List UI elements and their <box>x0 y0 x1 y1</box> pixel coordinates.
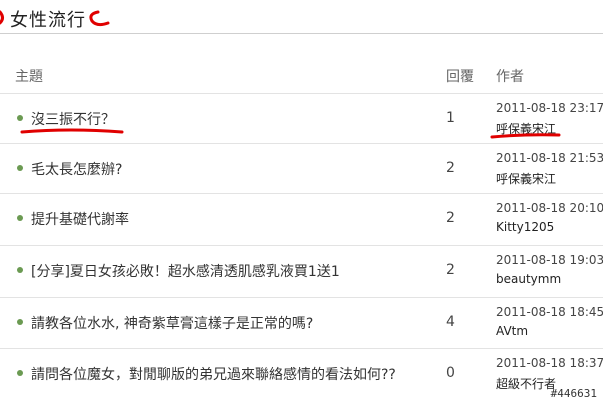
bullet-icon <box>17 319 23 325</box>
topic-row: 沒三振不行？ 1 2011-08-18 23:17 呼保義宋江 <box>0 93 603 144</box>
reply-count: 2 <box>446 210 455 226</box>
author-link[interactable]: 呼保義宋江 <box>496 170 556 187</box>
reply-count: 4 <box>446 314 455 330</box>
column-header-replies[interactable]: 回覆 <box>446 66 474 86</box>
reply-count: 1 <box>446 110 455 126</box>
topic-row: 提升基礎代謝率 2 2011-08-18 20:10 Kitty1205 <box>0 193 603 244</box>
watermark-text: #446631 <box>550 387 597 400</box>
author-link[interactable]: 超級不行者 <box>496 375 556 392</box>
reply-count: 2 <box>446 160 455 176</box>
topic-row: 請問各位魔女，對閒聊版的弟兄過來聯絡感情的看法如何?? 0 2011-08-18… <box>0 348 603 399</box>
topic-row: [分享]夏日女孩必敗！超水感清透肌感乳液買1送1 2 2011-08-18 19… <box>0 245 603 296</box>
topic-row: 毛太長怎麼辦? 2 2011-08-18 21:53 呼保義宋江 <box>0 143 603 194</box>
author-link[interactable]: 呼保義宋江 <box>496 120 556 137</box>
bullet-icon <box>17 115 23 121</box>
topic-link[interactable]: 請問各位魔女，對閒聊版的弟兄過來聯絡感情的看法如何?? <box>31 364 396 384</box>
header-divider <box>0 33 603 34</box>
topic-link[interactable]: 提升基礎代謝率 <box>31 209 129 229</box>
post-date: 2011-08-18 20:10 <box>496 201 603 215</box>
board-header: 女性流行 <box>0 0 603 36</box>
bullet-icon <box>17 370 23 376</box>
bullet-icon <box>17 165 23 171</box>
column-header-author[interactable]: 作者 <box>496 66 524 86</box>
topic-link[interactable]: 毛太長怎麼辦? <box>31 159 122 179</box>
post-date: 2011-08-18 21:53 <box>496 151 603 165</box>
post-date: 2011-08-18 18:37 <box>496 356 603 370</box>
author-link[interactable]: AVtm <box>496 324 528 338</box>
author-link[interactable]: beautymm <box>496 272 561 286</box>
board-title: 女性流行 <box>10 10 86 31</box>
column-header-subject[interactable]: 主題 <box>15 66 43 86</box>
reply-count: 0 <box>446 365 455 381</box>
bullet-icon <box>17 215 23 221</box>
topic-link[interactable]: 請教各位水水, 神奇紫草膏這樣子是正常的嗎? <box>31 313 313 333</box>
bullet-icon <box>17 267 23 273</box>
post-date: 2011-08-18 19:03 <box>496 253 603 267</box>
reply-count: 2 <box>446 262 455 278</box>
topic-link[interactable]: 沒三振不行？ <box>31 109 115 129</box>
post-date: 2011-08-18 23:17 <box>496 101 603 115</box>
post-date: 2011-08-18 18:45 <box>496 305 603 319</box>
author-link[interactable]: Kitty1205 <box>496 220 554 234</box>
topic-link[interactable]: [分享]夏日女孩必敗！超水感清透肌感乳液買1送1 <box>31 261 340 281</box>
topic-row: 請教各位水水, 神奇紫草膏這樣子是正常的嗎? 4 2011-08-18 18:4… <box>0 297 603 348</box>
